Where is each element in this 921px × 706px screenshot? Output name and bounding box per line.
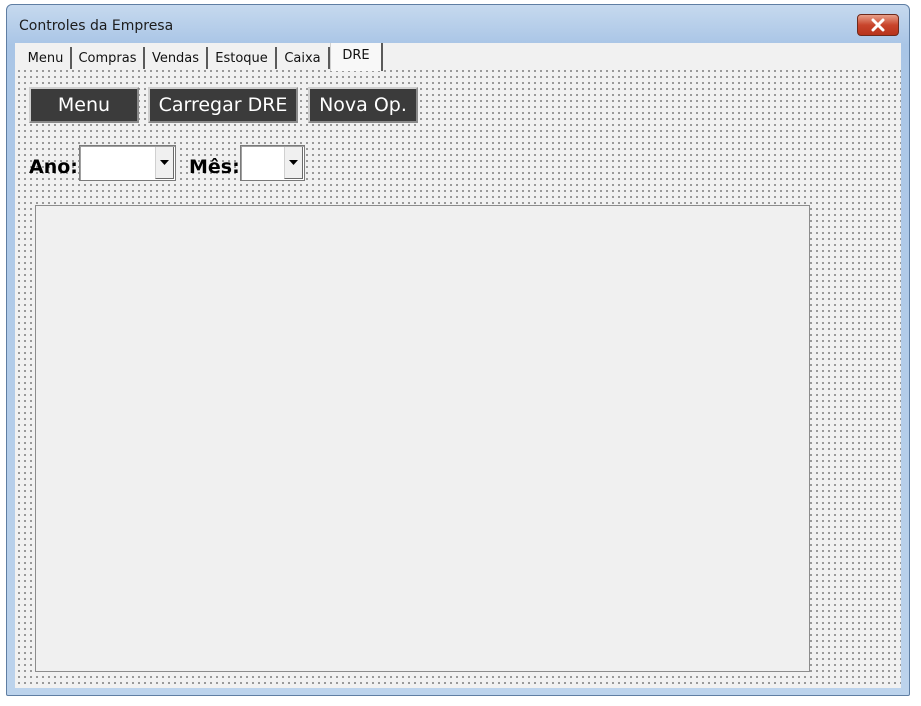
tab-label: Estoque	[215, 50, 268, 66]
tab-menu[interactable]: Menu	[21, 47, 72, 69]
tab-dre[interactable]: DRE	[330, 43, 383, 71]
dre-listbox[interactable]	[35, 205, 810, 672]
app-window: Controles da Empresa Menu Compras Vendas…	[6, 4, 910, 696]
new-operation-button[interactable]: Nova Op.	[308, 87, 418, 123]
title-bar[interactable]: Controles da Empresa	[7, 5, 909, 43]
tab-vendas[interactable]: Vendas	[145, 47, 208, 69]
year-dropdown-button[interactable]	[155, 147, 174, 179]
tab-compras[interactable]: Compras	[72, 47, 145, 69]
close-icon	[871, 18, 885, 32]
window-title: Controles da Empresa	[19, 18, 174, 34]
load-dre-button[interactable]: Carregar DRE	[148, 87, 298, 123]
year-label: Ano:	[29, 156, 78, 178]
month-dropdown-button[interactable]	[284, 147, 303, 179]
tab-label: DRE	[342, 48, 370, 63]
tab-label: Menu	[27, 50, 64, 66]
tab-label: Caixa	[284, 50, 321, 66]
tab-label: Vendas	[151, 50, 200, 66]
chevron-down-icon	[289, 160, 298, 165]
tab-label: Compras	[78, 50, 137, 66]
month-label: Mês:	[189, 156, 240, 178]
chevron-down-icon	[160, 160, 169, 165]
tab-strip: Menu Compras Vendas Estoque Caixa DRE	[15, 43, 901, 71]
month-combobox[interactable]	[240, 145, 305, 181]
menu-button[interactable]: Menu	[29, 87, 139, 123]
tab-caixa[interactable]: Caixa	[277, 47, 330, 69]
form-client-area: Menu Compras Vendas Estoque Caixa DRE Me…	[15, 43, 901, 688]
tab-estoque[interactable]: Estoque	[208, 47, 277, 69]
year-combobox[interactable]	[79, 145, 176, 181]
close-button[interactable]	[857, 14, 899, 36]
